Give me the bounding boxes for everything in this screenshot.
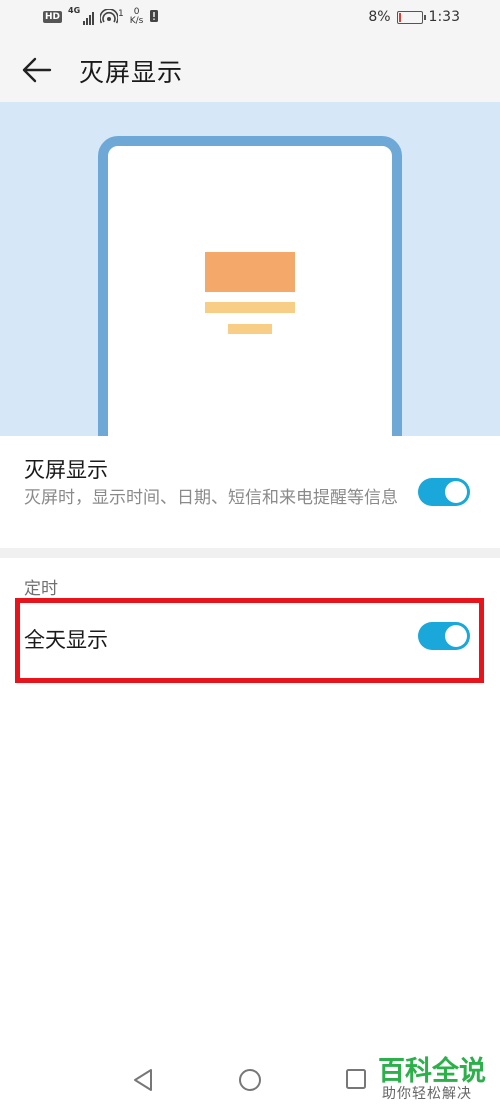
arrow-left-icon [22,57,52,83]
battery-icon [396,10,426,24]
status-left: HD 4G 1 0 K/s [43,6,159,26]
toggle-knob [445,481,467,503]
aod-preview-block [205,252,295,292]
setting-row-aod[interactable]: 灭屏显示 灭屏时，显示时间、日期、短信和来电提醒等信息 [0,436,500,548]
aod-title: 灭屏显示 [24,458,108,482]
nav-back-button[interactable] [132,1068,154,1096]
aod-illustration [0,102,500,436]
aod-description: 灭屏时，显示时间、日期、短信和来电提醒等信息 [24,488,398,508]
nav-recents-button[interactable] [345,1068,367,1094]
nav-home-button[interactable] [238,1068,262,1096]
status-bar: HD 4G 1 0 K/s 8% 1:33 [0,0,500,38]
speed-unit: K/s [129,16,144,26]
status-right: 8% 1:33 [368,9,460,25]
highlight-annotation [15,598,484,683]
square-recents-icon [346,1069,366,1089]
clock: 1:33 [428,9,460,25]
alert-icon [149,9,159,26]
watermark-subtitle: 助你轻松解决 [382,1086,472,1102]
network-speed: 0 K/s [130,8,144,26]
aod-preview-line [205,302,295,313]
hotspot-icon: 1 [100,9,124,25]
aod-toggle[interactable] [418,478,470,506]
triangle-back-icon [134,1069,152,1091]
app-header: 灭屏显示 [0,38,500,102]
circle-home-icon [239,1069,261,1091]
battery-percent: 8% [368,9,391,25]
back-button[interactable] [18,52,58,88]
section-divider [0,548,500,558]
schedule-section-label: 定时 [24,579,58,599]
aod-preview-line-short [228,324,272,334]
hd-icon: HD [43,11,63,23]
page-title: 灭屏显示 [79,58,184,87]
hotspot-count: 1 [118,9,124,19]
cell-signal-icon: 4G [68,6,95,25]
network-type: 4G [68,6,81,15]
